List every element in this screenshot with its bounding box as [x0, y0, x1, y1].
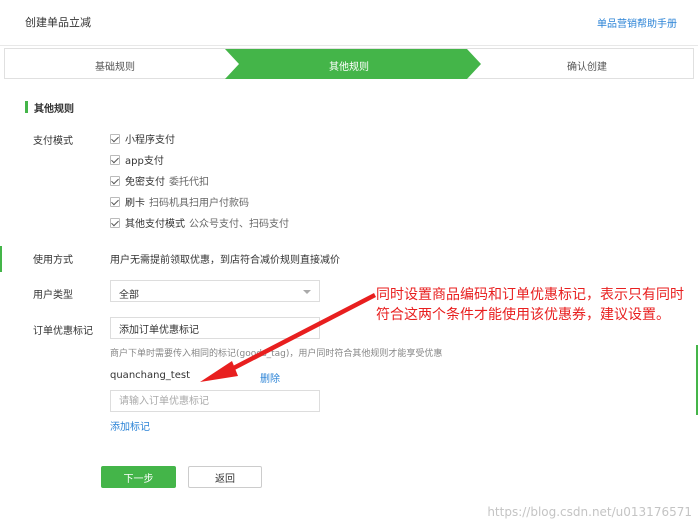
option-label: 小程序支付: [125, 135, 175, 146]
delete-tag-link[interactable]: 删除: [260, 370, 280, 385]
step-confirm-create[interactable]: 确认创建: [487, 58, 687, 73]
checkbox[interactable]: [110, 175, 120, 186]
payment-option-password-free[interactable]: 免密支付 委托代扣: [110, 173, 209, 188]
help-manual-link[interactable]: 单品营销帮助手册: [597, 15, 677, 30]
option-note: 扫码机具扫用户付款码: [149, 198, 249, 209]
checkbox[interactable]: [110, 217, 120, 228]
option-label: 免密支付: [125, 177, 165, 188]
next-step-button[interactable]: 下一步: [101, 466, 176, 488]
payment-option-mini-program[interactable]: 小程序支付: [110, 131, 175, 146]
option-note: 公众号支付、扫码支付: [189, 219, 289, 230]
arrow-head: [200, 361, 238, 382]
checkbox[interactable]: [110, 196, 120, 207]
payment-mode-label: 支付模式: [33, 136, 73, 147]
new-order-tag-input[interactable]: [110, 390, 320, 412]
order-tag-value: quanchang_test: [110, 370, 191, 381]
usage-label: 使用方式: [33, 255, 73, 266]
user-type-value: 全部: [119, 290, 139, 301]
step-other-rules[interactable]: 其他规则: [249, 58, 449, 73]
option-label: 其他支付模式: [125, 219, 185, 230]
left-edge-accent: [0, 246, 2, 272]
user-type-select[interactable]: 全部: [110, 280, 320, 302]
payment-option-other[interactable]: 其他支付模式 公众号支付、扫码支付: [110, 215, 289, 230]
step-indicator: 基础规则 其他规则 确认创建: [4, 48, 694, 79]
option-note: 委托代扣: [169, 177, 209, 188]
option-label: app支付: [125, 156, 164, 167]
payment-option-app[interactable]: app支付: [110, 152, 164, 167]
add-tag-link[interactable]: 添加标记: [110, 418, 150, 433]
usage-text: 用户无需提前领取优惠，到店符合减价规则直接减价: [110, 255, 340, 266]
back-button[interactable]: 返回: [188, 466, 262, 488]
title-bar: 创建单品立减 单品营销帮助手册: [0, 0, 698, 46]
option-label: 刷卡: [125, 198, 145, 209]
page-title: 创建单品立减: [25, 16, 91, 29]
section-title: 其他规则: [34, 103, 74, 115]
user-type-label: 用户类型: [33, 290, 73, 301]
order-tag-label: 订单优惠标记: [33, 326, 93, 337]
order-tag-field[interactable]: [110, 317, 320, 339]
checkbox[interactable]: [110, 154, 120, 165]
payment-option-card-swipe[interactable]: 刷卡 扫码机具扫用户付款码: [110, 194, 249, 209]
annotation-text: 同时设置商品编码和订单优惠标记，表示只有同时符合这两个条件才能使用该优惠券，建议…: [376, 287, 684, 323]
step-basic-rules[interactable]: 基础规则: [15, 58, 215, 73]
section-heading: 其他规则: [25, 100, 74, 115]
section-accent-bar: [25, 101, 28, 113]
watermark: https://blog.csdn.net/u013176571: [487, 505, 692, 519]
chevron-down-icon: [303, 290, 311, 294]
checkbox[interactable]: [110, 133, 120, 144]
order-tag-hint: 商户下单时需要传入相同的标记(goods_tag)，用户同时符合其他规则才能享受…: [110, 349, 443, 359]
